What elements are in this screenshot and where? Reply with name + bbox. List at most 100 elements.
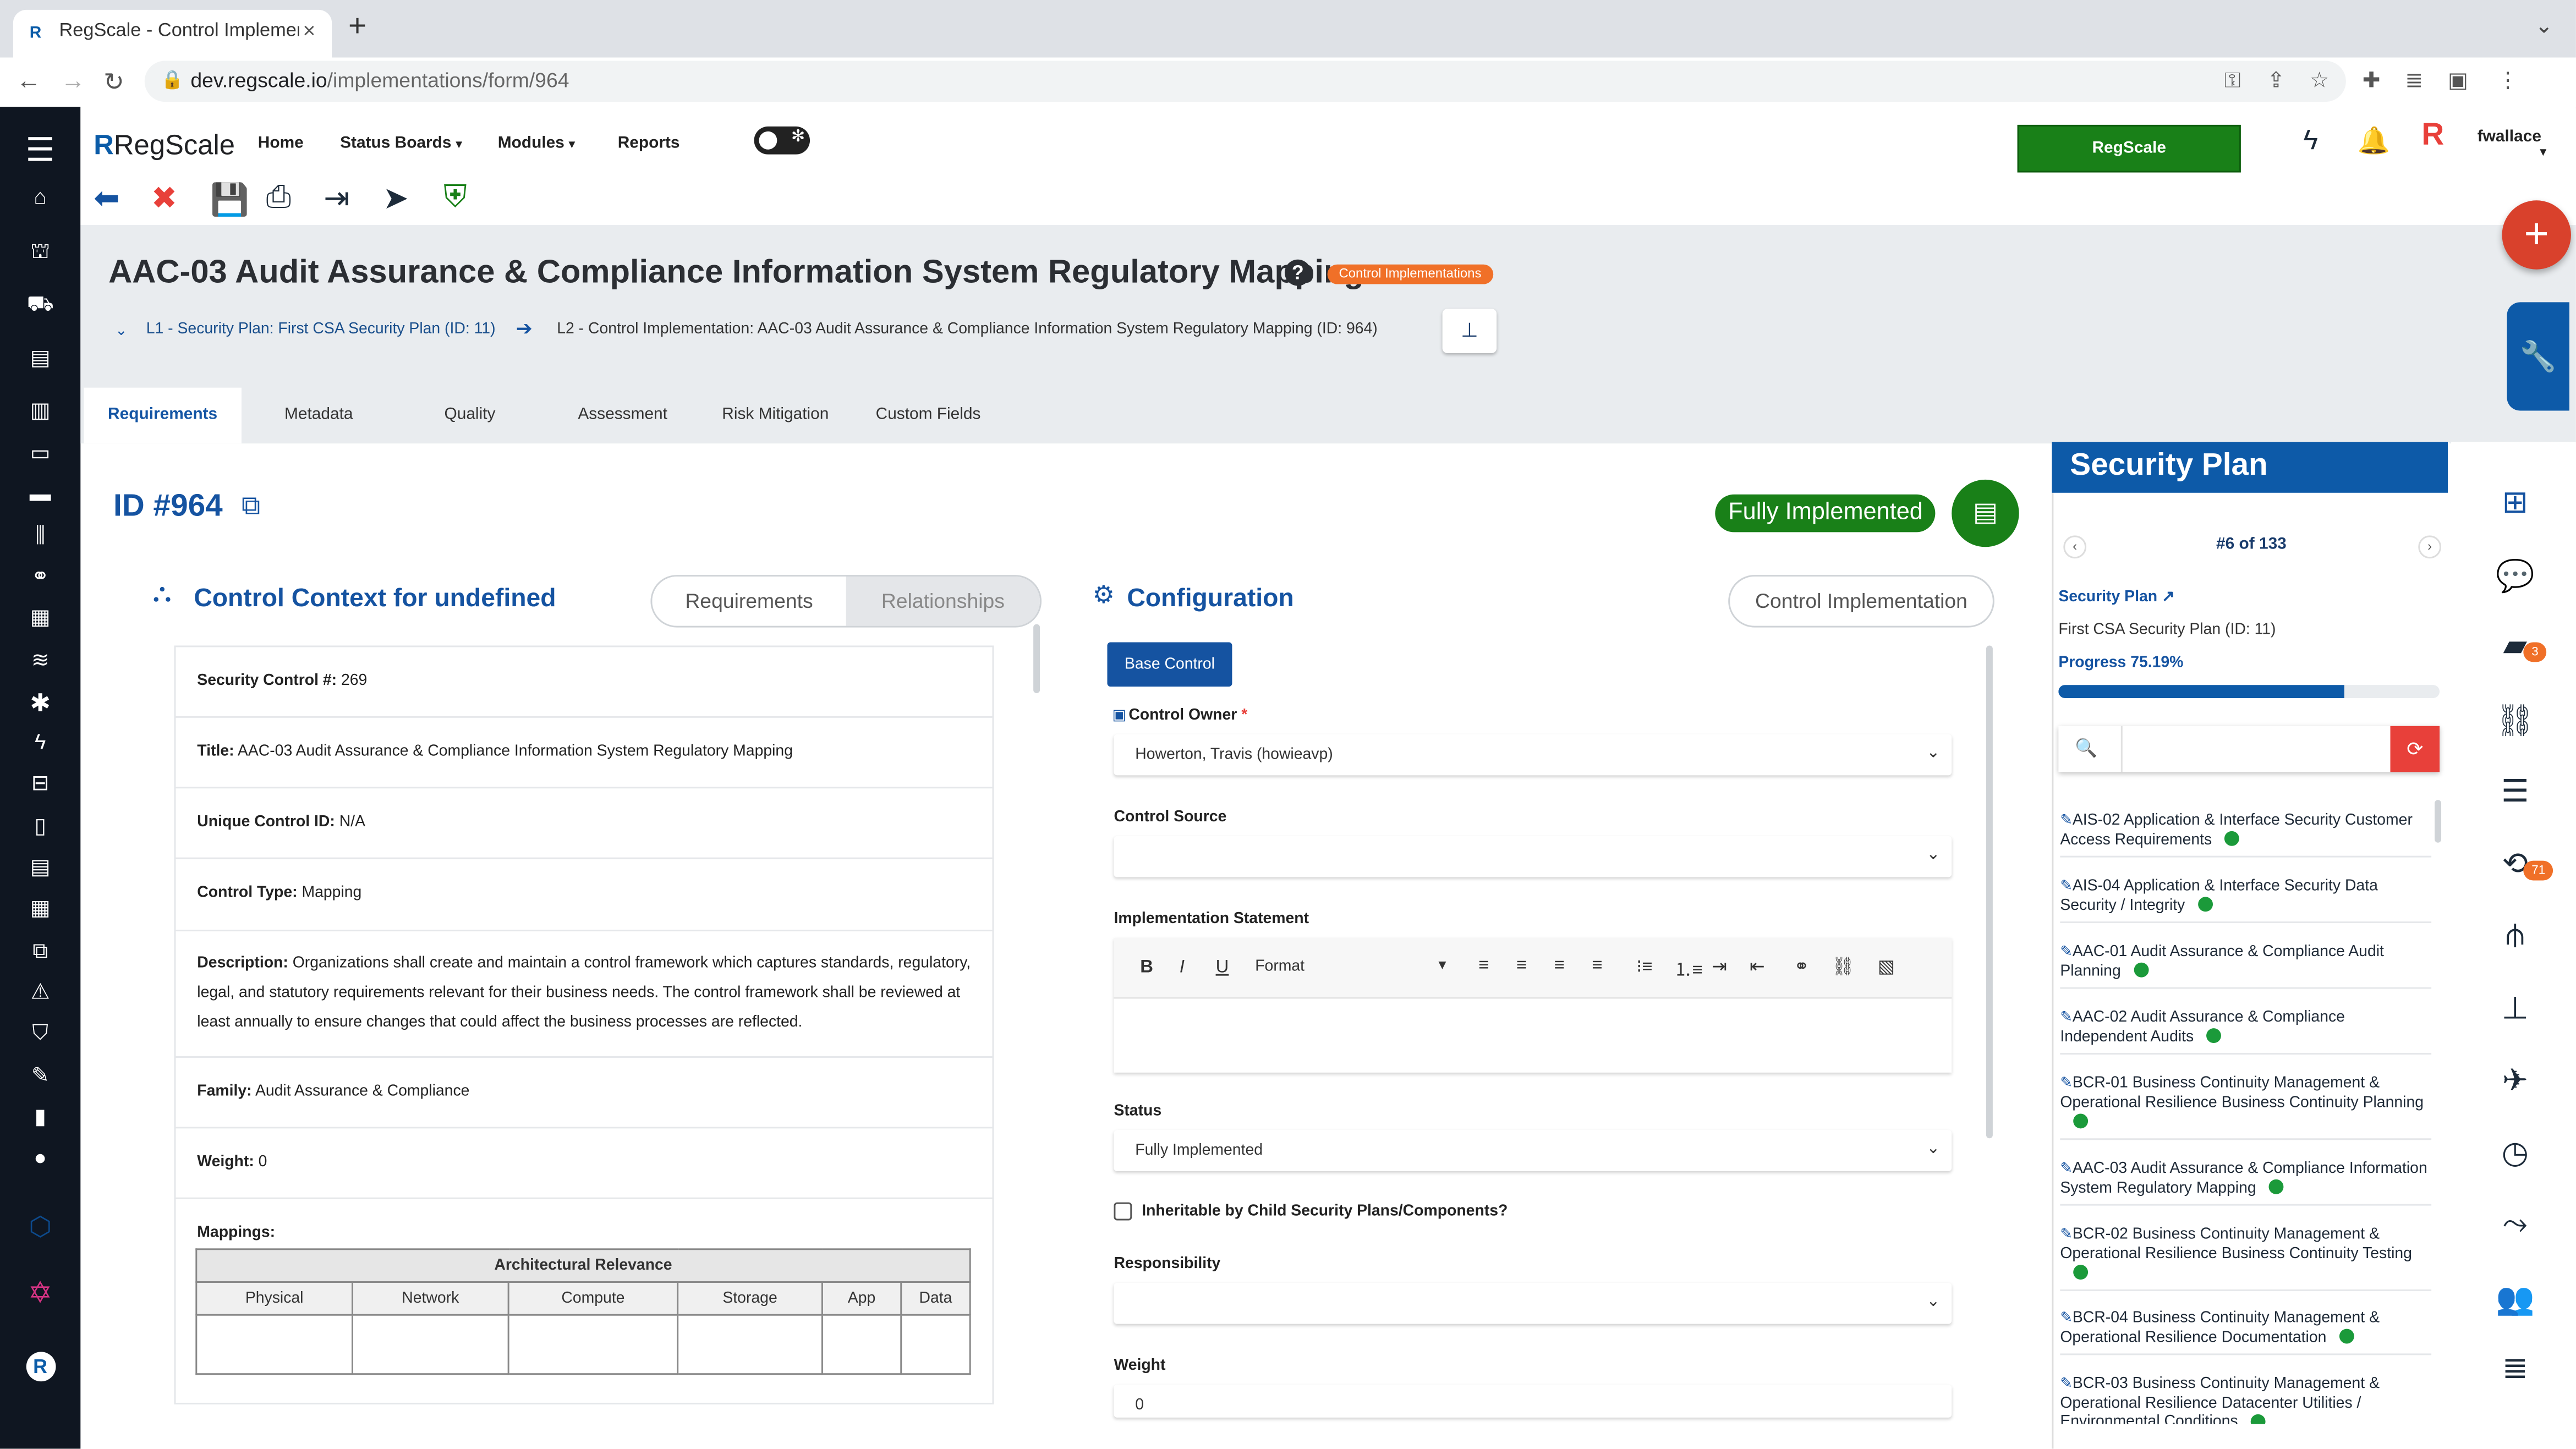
tab-assessment[interactable]: Assessment	[553, 388, 692, 444]
config-scrollbar[interactable]	[1986, 645, 1993, 1139]
inheritable-checkbox[interactable]	[1114, 1202, 1132, 1221]
tab-metadata[interactable]: Metadata	[251, 388, 386, 444]
underline-icon[interactable]: U	[1216, 958, 1229, 978]
control-implementation-pill[interactable]: Control Implementation	[1728, 575, 1994, 628]
seg-relationships[interactable]: Relationships	[846, 577, 1040, 626]
bookmark-star-icon[interactable]: ☆	[2310, 67, 2329, 94]
bolt-icon[interactable]: ϟ	[0, 729, 80, 754]
link-chain-icon[interactable]: ⛓	[2489, 701, 2542, 741]
control-owner-select[interactable]: Howerton, Travis (howieavp) ⌄	[1114, 734, 1952, 776]
link-icon[interactable]: ⚭	[1794, 956, 1810, 978]
cancel-x-icon[interactable]: ✖	[151, 180, 178, 218]
tab-risk-mitigation[interactable]: Risk Mitigation	[708, 388, 843, 444]
file-contract-icon[interactable]: ▯	[0, 813, 80, 839]
sign-in-icon[interactable]: ⇥	[324, 180, 350, 218]
plane-icon[interactable]: ✈	[2489, 1063, 2542, 1101]
username[interactable]: fwallace	[2478, 128, 2541, 146]
toolbox-icon[interactable]: ▬	[0, 481, 80, 506]
asterisk-icon[interactable]: ✱	[0, 688, 80, 718]
numbered-list-icon[interactable]: ⒈≡	[1674, 956, 1703, 983]
chart-bars-icon[interactable]: ⫼	[0, 523, 80, 549]
menu-reports[interactable]: Reports	[618, 135, 680, 153]
list-item[interactable]: ✎AIS-04 Application & Interface Security…	[2060, 877, 2432, 924]
align-right-icon[interactable]: ≡	[1554, 956, 1565, 976]
tab-search-chevron-icon[interactable]: ⌄	[2535, 13, 2553, 40]
clock-icon[interactable]: ◷	[2489, 1135, 2542, 1173]
clipboard-icon[interactable]: ▮	[0, 1104, 80, 1130]
route-icon[interactable]: ⤳	[2489, 1208, 2542, 1244]
weight-input[interactable]: 0	[1114, 1385, 1952, 1418]
tasks-icon[interactable]: ⊟	[0, 770, 80, 797]
hamburger-menu-icon[interactable]: ☰	[0, 130, 80, 171]
hierarchy-tree-icon[interactable]: ⫛	[2489, 918, 2542, 954]
regscale-round-logo-icon[interactable]: R	[0, 1352, 80, 1382]
implementation-statement-editor[interactable]: B I U Format ▼ ≡ ≡ ≡ ≡ ⁝≡ ⒈≡ ⇥ ⇤ ⚭ ⛓ ▧	[1114, 937, 1952, 1073]
book-icon[interactable]: ▥	[0, 398, 80, 424]
italic-icon[interactable]: I	[1180, 958, 1185, 978]
sitemap-tree-icon[interactable]: ⊞	[2489, 485, 2542, 523]
close-tab-icon[interactable]: ×	[303, 18, 316, 43]
user-avatar[interactable]: R	[2421, 118, 2464, 161]
lightning-icon[interactable]: ϟ	[2303, 125, 2318, 158]
base-control-button[interactable]: Base Control	[1107, 642, 1232, 687]
layers-icon[interactable]: ≋	[0, 647, 80, 673]
security-plan-link[interactable]: Security Plan ↗	[2058, 588, 2174, 606]
list-item[interactable]: ✎BCR-02 Business Continuity Management &…	[2060, 1225, 2432, 1291]
tab-quality[interactable]: Quality	[403, 388, 538, 444]
user-caret-icon[interactable]: ▾	[2540, 145, 2546, 160]
control-source-select[interactable]: ⌄	[1114, 836, 1952, 877]
extensions-puzzle-icon[interactable]: ✚	[2363, 67, 2381, 94]
reading-list-icon[interactable]: ≣	[2405, 67, 2423, 94]
outdent-icon[interactable]: ⇤	[1750, 956, 1765, 978]
star-of-life-icon[interactable]: ✡	[0, 1276, 80, 1311]
stamp-icon[interactable]: ⊥	[2489, 990, 2542, 1028]
browser-tab[interactable]: R RegScale - Control Implementation ×	[13, 9, 332, 58]
report-button[interactable]: ▤	[1952, 479, 2019, 547]
format-dropdown[interactable]: Format	[1255, 958, 1305, 976]
key-icon[interactable]: ⚿	[2224, 67, 2241, 94]
list-item[interactable]: ✎BCR-03 Business Continuity Management &…	[2060, 1375, 2431, 1424]
laptop-icon[interactable]: ▭	[0, 440, 80, 466]
add-fab-button[interactable]: +	[2502, 200, 2571, 270]
copy-icon[interactable]: ⧉	[242, 493, 260, 523]
shield-icon[interactable]: ⛉	[0, 1020, 80, 1046]
bell-icon[interactable]: 🔔	[2358, 125, 2390, 158]
tab-requirements[interactable]: Requirements	[84, 387, 242, 444]
list-icon[interactable]: ☰	[2489, 773, 2542, 811]
responsibility-select[interactable]: ⌄	[1114, 1282, 1952, 1324]
share-icon[interactable]: ⇪	[2267, 67, 2285, 94]
list-item[interactable]: ✎BCR-01 Business Continuity Management &…	[2060, 1074, 2432, 1139]
tools-button[interactable]: 🔧	[2507, 302, 2569, 411]
save-floppy-icon[interactable]: 💾	[210, 180, 249, 220]
landmark-icon[interactable]: ⛫	[0, 238, 80, 268]
forward-arrow-icon[interactable]: →	[61, 67, 85, 95]
home-icon[interactable]: ⌂	[0, 184, 80, 208]
list-item[interactable]: ✎AAC-03 Audit Assurance & Compliance Inf…	[2060, 1160, 2432, 1206]
hierarchy-button[interactable]: ⊥	[1442, 309, 1497, 353]
tab-custom-fields[interactable]: Custom Fields	[859, 388, 997, 444]
reload-icon[interactable]: ↻	[103, 67, 124, 97]
network-nodes-icon[interactable]: ⚭	[0, 563, 80, 590]
edit-square-icon[interactable]: ✎	[0, 1063, 80, 1089]
list-item[interactable]: ✎AIS-02 Application & Interface Security…	[2060, 811, 2432, 858]
comments-icon[interactable]: 💬	[2489, 557, 2542, 596]
calendar-icon[interactable]: ▦	[0, 895, 80, 921]
refresh-button[interactable]: ⟳	[2390, 726, 2440, 772]
indent-icon[interactable]: ⇥	[1712, 956, 1727, 978]
seg-requirements[interactable]: Requirements	[652, 577, 846, 626]
bulleted-list-icon[interactable]: ⁝≡	[1636, 956, 1653, 978]
regscale-button[interactable]: RegScale	[2017, 124, 2241, 173]
new-tab-icon[interactable]: +	[348, 10, 366, 46]
align-left-icon[interactable]: ≡	[1478, 956, 1489, 976]
bomb-icon[interactable]: ●	[0, 1145, 80, 1170]
context-scrollbar[interactable]	[1033, 624, 1040, 694]
regscale-logo[interactable]: RRegScale	[94, 130, 235, 163]
users-icon[interactable]: 👥	[2489, 1280, 2542, 1319]
menu-modules[interactable]: Modules ▾	[498, 135, 575, 153]
back-arrow-icon[interactable]: ←	[17, 67, 41, 95]
back-circle-icon[interactable]: ⬅	[94, 180, 120, 218]
align-center-icon[interactable]: ≡	[1516, 956, 1527, 976]
menu-status-boards[interactable]: Status Boards ▾	[340, 135, 462, 153]
unlink-icon[interactable]: ⛓	[1832, 956, 1855, 978]
bold-icon[interactable]: B	[1140, 958, 1153, 978]
